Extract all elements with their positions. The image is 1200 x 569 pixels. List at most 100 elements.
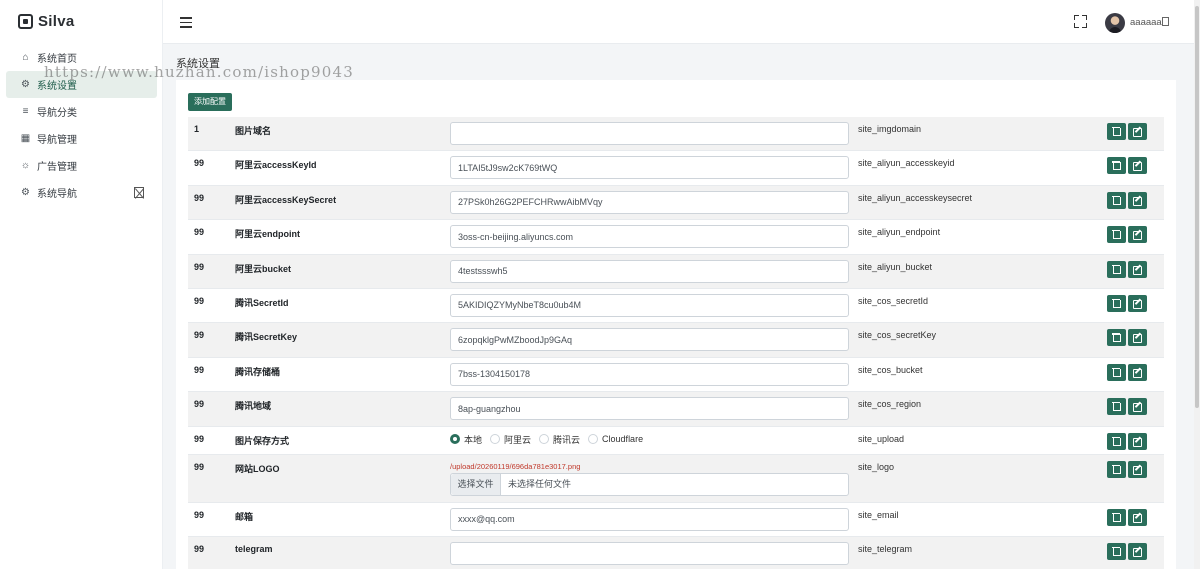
row-label: 图片域名 xyxy=(235,126,272,136)
row-actions xyxy=(1107,461,1147,479)
table-row: 99 telegram site_telegram xyxy=(188,537,1164,569)
delete-button[interactable] xyxy=(1107,398,1126,416)
row-id: 99 xyxy=(194,364,205,375)
upload-mode-radio-group: 本地 阿里云 腾讯云 Cloudflare xyxy=(450,433,651,446)
scrollbar-thumb[interactable] xyxy=(1195,6,1199,408)
table-row: 99 阿里云bucket site_aliyun_bucket xyxy=(188,254,1164,289)
gear-icon: ⚙ xyxy=(21,79,30,90)
delete-button[interactable] xyxy=(1107,329,1126,347)
edit-button[interactable] xyxy=(1128,398,1147,416)
setting-value-input[interactable] xyxy=(450,293,849,317)
username[interactable]: aaaaaa xyxy=(1130,17,1162,28)
radio-circle-icon[interactable] xyxy=(539,434,550,445)
setting-value-input[interactable] xyxy=(450,362,849,386)
delete-button[interactable] xyxy=(1107,363,1126,381)
upload-mode-radio[interactable]: 腾讯云 xyxy=(539,433,580,446)
edit-button[interactable] xyxy=(1128,157,1147,175)
upload-mode-radio[interactable]: 本地 xyxy=(450,433,482,446)
radio-label: 本地 xyxy=(464,434,483,445)
delete-button[interactable] xyxy=(1107,508,1126,526)
row-actions xyxy=(1107,294,1147,312)
setting-value-input[interactable] xyxy=(450,259,849,283)
table-row: 99 阿里云accessKeyId site_aliyun_accesskeyid xyxy=(188,151,1164,186)
setting-value-input[interactable] xyxy=(450,122,849,145)
row-config-key: site_upload xyxy=(858,433,905,444)
row-label: 阿里云accessKeyId xyxy=(235,160,317,171)
edit-button[interactable] xyxy=(1128,260,1147,278)
user-menu-caret-icon[interactable] xyxy=(1162,17,1169,26)
edit-button[interactable] xyxy=(1128,363,1147,381)
radio-circle-icon[interactable] xyxy=(490,434,501,445)
delete-button[interactable] xyxy=(1107,432,1126,450)
setting-value-input[interactable] xyxy=(450,328,849,352)
row-config-key: site_cos_secretKey xyxy=(858,330,937,341)
edit-button[interactable] xyxy=(1128,329,1147,347)
setting-value-input[interactable] xyxy=(450,190,849,214)
brand[interactable]: Silva xyxy=(18,13,75,30)
row-id: 99 xyxy=(194,158,205,169)
sidebar: Silva ⌂ 系统首页 ⚙ 系统设置 ≡ 导航分类 ▦ 导航管理 ☼ 广告管理 ⚙ 系统导航 xyxy=(0,0,163,569)
page-scrollbar[interactable] xyxy=(1194,0,1200,569)
delete-button[interactable] xyxy=(1107,157,1126,175)
row-actions xyxy=(1107,363,1147,381)
table-row: 99 腾讯SecretId site_cos_secretId xyxy=(188,289,1164,324)
delete-button[interactable] xyxy=(1107,294,1126,312)
setting-value-input[interactable] xyxy=(450,156,849,180)
sidebar-item-2[interactable]: ≡ 导航分类 xyxy=(6,98,157,125)
submenu-caret-icon[interactable] xyxy=(134,187,144,198)
radio-circle-icon[interactable] xyxy=(450,434,460,445)
row-id: 99 xyxy=(194,295,205,306)
upload-mode-radio[interactable]: 阿里云 xyxy=(490,433,531,446)
delete-button[interactable] xyxy=(1107,543,1126,561)
row-config-key: site_telegram xyxy=(858,544,913,555)
row-label: 图片保存方式 xyxy=(235,435,290,446)
setting-value-input[interactable] xyxy=(450,225,849,249)
setting-value-input[interactable] xyxy=(450,542,849,566)
delete-button[interactable] xyxy=(1107,260,1126,278)
delete-button[interactable] xyxy=(1107,461,1126,479)
upload-mode-radio[interactable]: Cloudflare xyxy=(588,434,643,445)
table-row: 99 图片保存方式 本地 阿里云 腾讯云 Cloudflare site_upload xyxy=(188,427,1164,456)
setting-value-input[interactable] xyxy=(450,397,849,421)
row-config-key: site_cos_secretId xyxy=(858,295,929,306)
menu-toggle-icon[interactable] xyxy=(180,17,192,28)
row-label: 阿里云accessKeySecret xyxy=(235,194,337,205)
fullscreen-icon[interactable] xyxy=(1074,15,1087,28)
row-label: 邮箱 xyxy=(235,511,254,522)
table-row: 99 邮箱 site_email xyxy=(188,503,1164,538)
table-row: 99 腾讯存储桶 site_cos_bucket xyxy=(188,358,1164,393)
edit-button[interactable] xyxy=(1128,191,1147,209)
sidebar-item-label: 广告管理 xyxy=(37,162,77,173)
row-actions xyxy=(1107,191,1147,209)
logo-file-input[interactable]: 选择文件 未选择任何文件 xyxy=(450,473,849,497)
add-config-button[interactable]: 添加配置 xyxy=(188,93,232,111)
edit-button[interactable] xyxy=(1128,543,1147,561)
edit-button[interactable] xyxy=(1128,123,1147,140)
row-label: 阿里云bucket xyxy=(235,263,292,274)
choose-file-button[interactable]: 选择文件 xyxy=(451,474,501,496)
row-label: 阿里云endpoint xyxy=(235,229,300,240)
avatar[interactable] xyxy=(1105,13,1125,33)
edit-button[interactable] xyxy=(1128,508,1147,526)
edit-button[interactable] xyxy=(1128,461,1147,479)
sidebar-item-4[interactable]: ☼ 广告管理 xyxy=(6,152,157,179)
radio-label: 腾讯云 xyxy=(553,434,581,445)
row-actions xyxy=(1107,260,1147,278)
row-id: 1 xyxy=(194,124,200,134)
row-config-key: site_cos_region xyxy=(858,399,922,410)
setting-value-input[interactable] xyxy=(450,507,849,531)
edit-button[interactable] xyxy=(1128,294,1147,312)
row-label: 腾讯SecretKey xyxy=(235,332,298,343)
sidebar-item-3[interactable]: ▦ 导航管理 xyxy=(6,125,157,152)
delete-button[interactable] xyxy=(1107,123,1126,140)
sidebar-item-label: 导航管理 xyxy=(37,135,77,146)
radio-circle-icon[interactable] xyxy=(588,434,599,445)
settings-card: 添加配置 1 图片域名 site_imgdomain 99 阿里云accessKeyId… xyxy=(176,80,1176,569)
sun-icon: ☼ xyxy=(20,160,31,171)
delete-button[interactable] xyxy=(1107,226,1126,244)
edit-button[interactable] xyxy=(1128,432,1147,450)
delete-button[interactable] xyxy=(1107,191,1126,209)
row-label: 腾讯SecretId xyxy=(235,297,289,308)
edit-button[interactable] xyxy=(1128,226,1147,244)
sidebar-item-5[interactable]: ⚙ 系统导航 xyxy=(6,179,157,206)
